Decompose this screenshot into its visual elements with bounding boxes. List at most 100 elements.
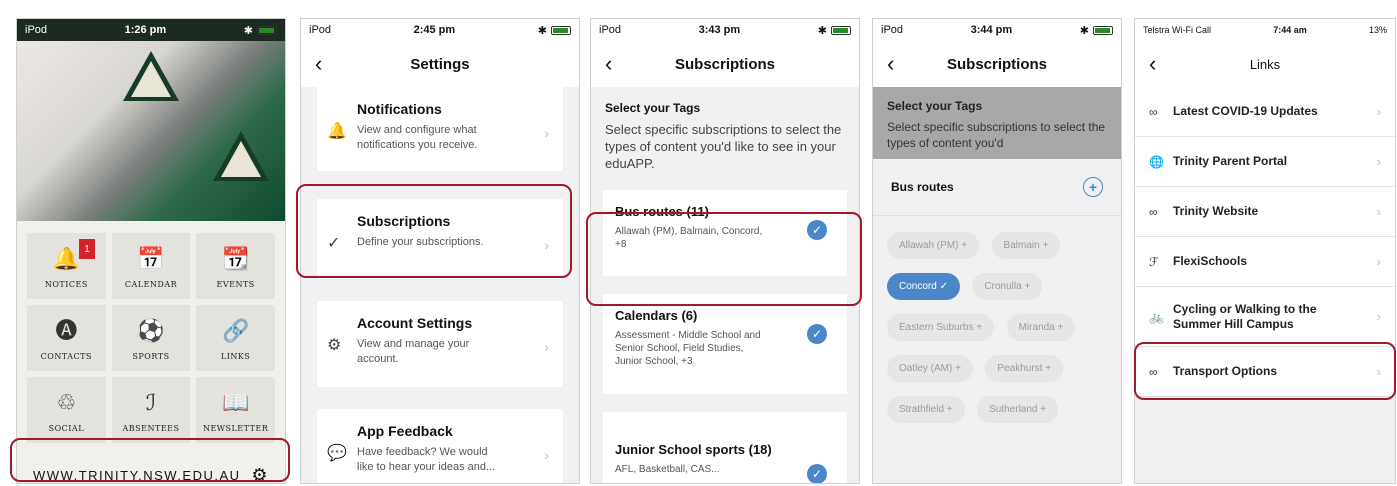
tile-social[interactable]: ♲ SOCIAL bbox=[27, 377, 106, 443]
subscription-junior-sports[interactable]: Junior School sports (18) AFL, Basketbal… bbox=[603, 412, 847, 483]
chip-sutherland[interactable]: Sutherland + bbox=[977, 396, 1059, 423]
section-heading: Select your Tags bbox=[887, 99, 983, 113]
chip-concord[interactable]: Concord ✓ bbox=[887, 273, 960, 300]
tile-newsletter[interactable]: 📖 NEWSLETTER bbox=[196, 377, 275, 443]
battery-icon: ✱ bbox=[538, 24, 571, 37]
card-title: Account Settings bbox=[357, 315, 473, 331]
carrier-label: iPod bbox=[309, 24, 332, 36]
tile-label: NEWSLETTER bbox=[202, 423, 269, 433]
link-icon: 🔗 bbox=[221, 317, 250, 343]
settings-card-account[interactable]: ⚙ Account Settings View and manage your … bbox=[317, 301, 563, 387]
events-icon: 📆 bbox=[221, 245, 250, 271]
back-chevron-icon[interactable]: ‹ bbox=[605, 51, 612, 77]
social-icon: ♲ bbox=[56, 389, 77, 415]
link-icon: ∞ bbox=[1149, 104, 1158, 119]
chip-miranda[interactable]: Miranda + bbox=[1006, 314, 1076, 341]
chip-oatley[interactable]: Oatley (AM) + bbox=[887, 355, 973, 382]
school-banner-image bbox=[17, 41, 285, 221]
tile-label: SOCIAL bbox=[48, 423, 85, 433]
link-label: FlexiSchools bbox=[1173, 254, 1248, 268]
chevron-right-icon: › bbox=[544, 339, 549, 355]
bicycle-icon: 🚲 bbox=[1149, 309, 1164, 324]
subscription-summary: Assessment - Middle School and Senior Sc… bbox=[615, 330, 761, 367]
settings-card-feedback[interactable]: 💬 App Feedback Have feedback? We would l… bbox=[317, 409, 563, 483]
back-chevron-icon[interactable]: ‹ bbox=[315, 51, 322, 77]
tile-absentees[interactable]: ℐ ABSENTEES bbox=[111, 377, 191, 443]
group-title: Bus routes bbox=[891, 180, 954, 194]
status-bar: iPod 2:45 pm ✱ bbox=[301, 19, 579, 41]
link-parent-portal[interactable]: 🌐 Trinity Parent Portal › bbox=[1135, 137, 1395, 187]
nav-bar: ‹ Subscriptions bbox=[591, 41, 859, 87]
chip-peakhurst[interactable]: Peakhurst + bbox=[985, 355, 1064, 382]
carrier-label: iPod bbox=[881, 24, 904, 36]
links-screen: Telstra Wi-Fi Call 7:44 am 13% ‹ Links ∞… bbox=[1134, 18, 1396, 484]
chip-eastern-suburbs[interactable]: Eastern Suburbs + bbox=[887, 314, 995, 341]
sports-ball-icon: ⚽ bbox=[137, 317, 165, 343]
chip-balmain[interactable]: Balmain + bbox=[991, 232, 1061, 259]
bell-icon: 🔔 bbox=[52, 245, 81, 271]
link-covid-updates[interactable]: ∞ Latest COVID-19 Updates › bbox=[1135, 87, 1395, 137]
highlight-bus-routes bbox=[586, 212, 862, 306]
page-title: Subscriptions bbox=[946, 55, 1047, 73]
status-bar: Telstra Wi-Fi Call 7:44 am 13% bbox=[1135, 19, 1395, 41]
chip-allawah[interactable]: Allawah (PM) + bbox=[887, 232, 980, 259]
back-chevron-icon[interactable]: ‹ bbox=[887, 51, 894, 77]
school-crest-logo bbox=[123, 51, 179, 101]
battery-icon: ✱ bbox=[244, 24, 277, 37]
checkmark-icon[interactable]: ✓ bbox=[807, 324, 827, 344]
tile-sports[interactable]: ⚽ SPORTS bbox=[111, 305, 191, 371]
link-trinity-website[interactable]: ∞ Trinity Website › bbox=[1135, 187, 1395, 237]
status-bar: iPod 3:44 pm ✱ bbox=[873, 19, 1121, 41]
chip-cronulla[interactable]: Cronulla + bbox=[972, 273, 1043, 300]
page-title: Subscriptions bbox=[674, 55, 775, 73]
link-label: Trinity Parent Portal bbox=[1173, 154, 1288, 168]
nav-bar: ‹ Settings bbox=[301, 41, 579, 87]
chip-list: Allawah (PM) + Balmain + Concord ✓ Cronu… bbox=[873, 216, 1121, 441]
page-title: Settings bbox=[410, 55, 470, 73]
clock-label: 2:45 pm bbox=[413, 24, 456, 36]
link-flexischools[interactable]: ℱ FlexiSchools › bbox=[1135, 237, 1395, 287]
tile-label: CONTACTS bbox=[40, 351, 92, 361]
tile-contacts[interactable]: 🅐 CONTACTS bbox=[27, 305, 106, 371]
tile-label: SPORTS bbox=[132, 351, 170, 361]
clock-label: 3:43 pm bbox=[698, 24, 741, 36]
card-title: Notifications bbox=[357, 101, 442, 117]
checkmark-icon[interactable]: ✓ bbox=[807, 464, 827, 483]
tile-events[interactable]: 📆 EVENTS bbox=[196, 233, 275, 299]
chevron-right-icon: › bbox=[1376, 309, 1381, 324]
back-chevron-icon[interactable]: ‹ bbox=[1149, 51, 1156, 77]
bus-routes-header: Bus routes + bbox=[873, 159, 1121, 216]
chip-strathfield[interactable]: Strathfield + bbox=[887, 396, 965, 423]
highlight-footer bbox=[10, 438, 290, 482]
chevron-right-icon: › bbox=[1376, 204, 1381, 219]
link-label: Latest COVID-19 Updates bbox=[1173, 104, 1318, 118]
tile-notices[interactable]: 1 🔔 NOTICES bbox=[27, 233, 106, 299]
subscription-calendars[interactable]: Calendars (6) Assessment - Middle School… bbox=[603, 294, 847, 394]
tags-intro: Select your Tags Select specific subscri… bbox=[603, 87, 847, 190]
card-description: View and configure what notifications yo… bbox=[357, 124, 478, 151]
bell-icon: 🔔 bbox=[327, 123, 347, 140]
status-bar: iPod 1:26 pm ✱ bbox=[17, 19, 285, 41]
gear-icon: ⚙ bbox=[327, 337, 342, 354]
highlight-transport-options bbox=[1134, 342, 1396, 400]
battery-icon: ✱ bbox=[818, 24, 851, 37]
flexischools-icon: ℱ bbox=[1149, 254, 1159, 269]
link-icon: ∞ bbox=[1149, 204, 1158, 219]
notification-badge: 1 bbox=[79, 239, 95, 259]
clock-label: 3:44 pm bbox=[970, 24, 1013, 36]
section-heading: Select your Tags bbox=[605, 101, 701, 115]
battery-label: 13% bbox=[1368, 25, 1387, 35]
add-icon[interactable]: + bbox=[1083, 177, 1103, 197]
subscription-summary: AFL, Basketball, CAS... bbox=[615, 464, 720, 475]
tile-links[interactable]: 🔗 LINKS bbox=[196, 305, 275, 371]
chevron-right-icon: › bbox=[544, 125, 549, 141]
carrier-label: Telstra Wi-Fi Call bbox=[1143, 25, 1212, 35]
subscription-title: Calendars (6) bbox=[615, 308, 698, 323]
tile-label: NOTICES bbox=[44, 279, 88, 289]
tile-calendar[interactable]: 📅 CALENDAR bbox=[111, 233, 191, 299]
bus-routes-screen: iPod 3:44 pm ✱ ‹ Subscriptions Select yo… bbox=[872, 18, 1122, 484]
chat-bubble-icon: 💬 bbox=[327, 445, 347, 462]
link-cycling-walking[interactable]: 🚲 Cycling or Walking to the Summer Hill … bbox=[1135, 287, 1395, 347]
battery-icon: ✱ bbox=[1080, 24, 1113, 37]
settings-card-notifications[interactable]: 🔔 Notifications View and configure what … bbox=[317, 87, 563, 171]
